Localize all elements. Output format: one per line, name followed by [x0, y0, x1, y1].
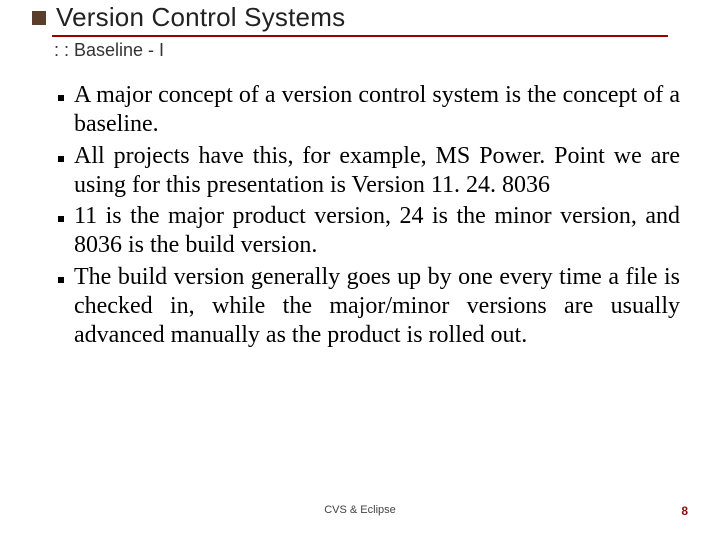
bullet-item: The build version generally goes up by o…: [58, 263, 680, 351]
square-bullet-icon: [58, 277, 64, 283]
footer: CVS & Eclipse 8: [0, 504, 720, 524]
bullet-item: All projects have this, for example, MS …: [58, 142, 680, 201]
page-number: 8: [681, 504, 688, 518]
slide-title: Version Control Systems: [56, 2, 345, 33]
bullet-item: 11 is the major product version, 24 is t…: [58, 202, 680, 261]
bullet-text: 11 is the major product version, 24 is t…: [74, 202, 680, 261]
bullet-text: All projects have this, for example, MS …: [74, 142, 680, 201]
square-bullet-icon: [58, 156, 64, 162]
slide-subtitle: : : Baseline - I: [54, 40, 720, 61]
title-line: Version Control Systems: [0, 2, 720, 33]
title-block: Version Control Systems : : Baseline - I: [0, 0, 720, 61]
title-underline: [52, 35, 668, 37]
footer-center-text: CVS & Eclipse: [0, 504, 720, 516]
bullet-text: The build version generally goes up by o…: [74, 263, 680, 351]
title-bullet-icon: [32, 11, 46, 25]
slide: Version Control Systems : : Baseline - I…: [0, 0, 720, 540]
bullet-item: A major concept of a version control sys…: [58, 81, 680, 140]
square-bullet-icon: [58, 216, 64, 222]
square-bullet-icon: [58, 95, 64, 101]
bullet-text: A major concept of a version control sys…: [74, 81, 680, 140]
content-area: A major concept of a version control sys…: [58, 81, 680, 350]
